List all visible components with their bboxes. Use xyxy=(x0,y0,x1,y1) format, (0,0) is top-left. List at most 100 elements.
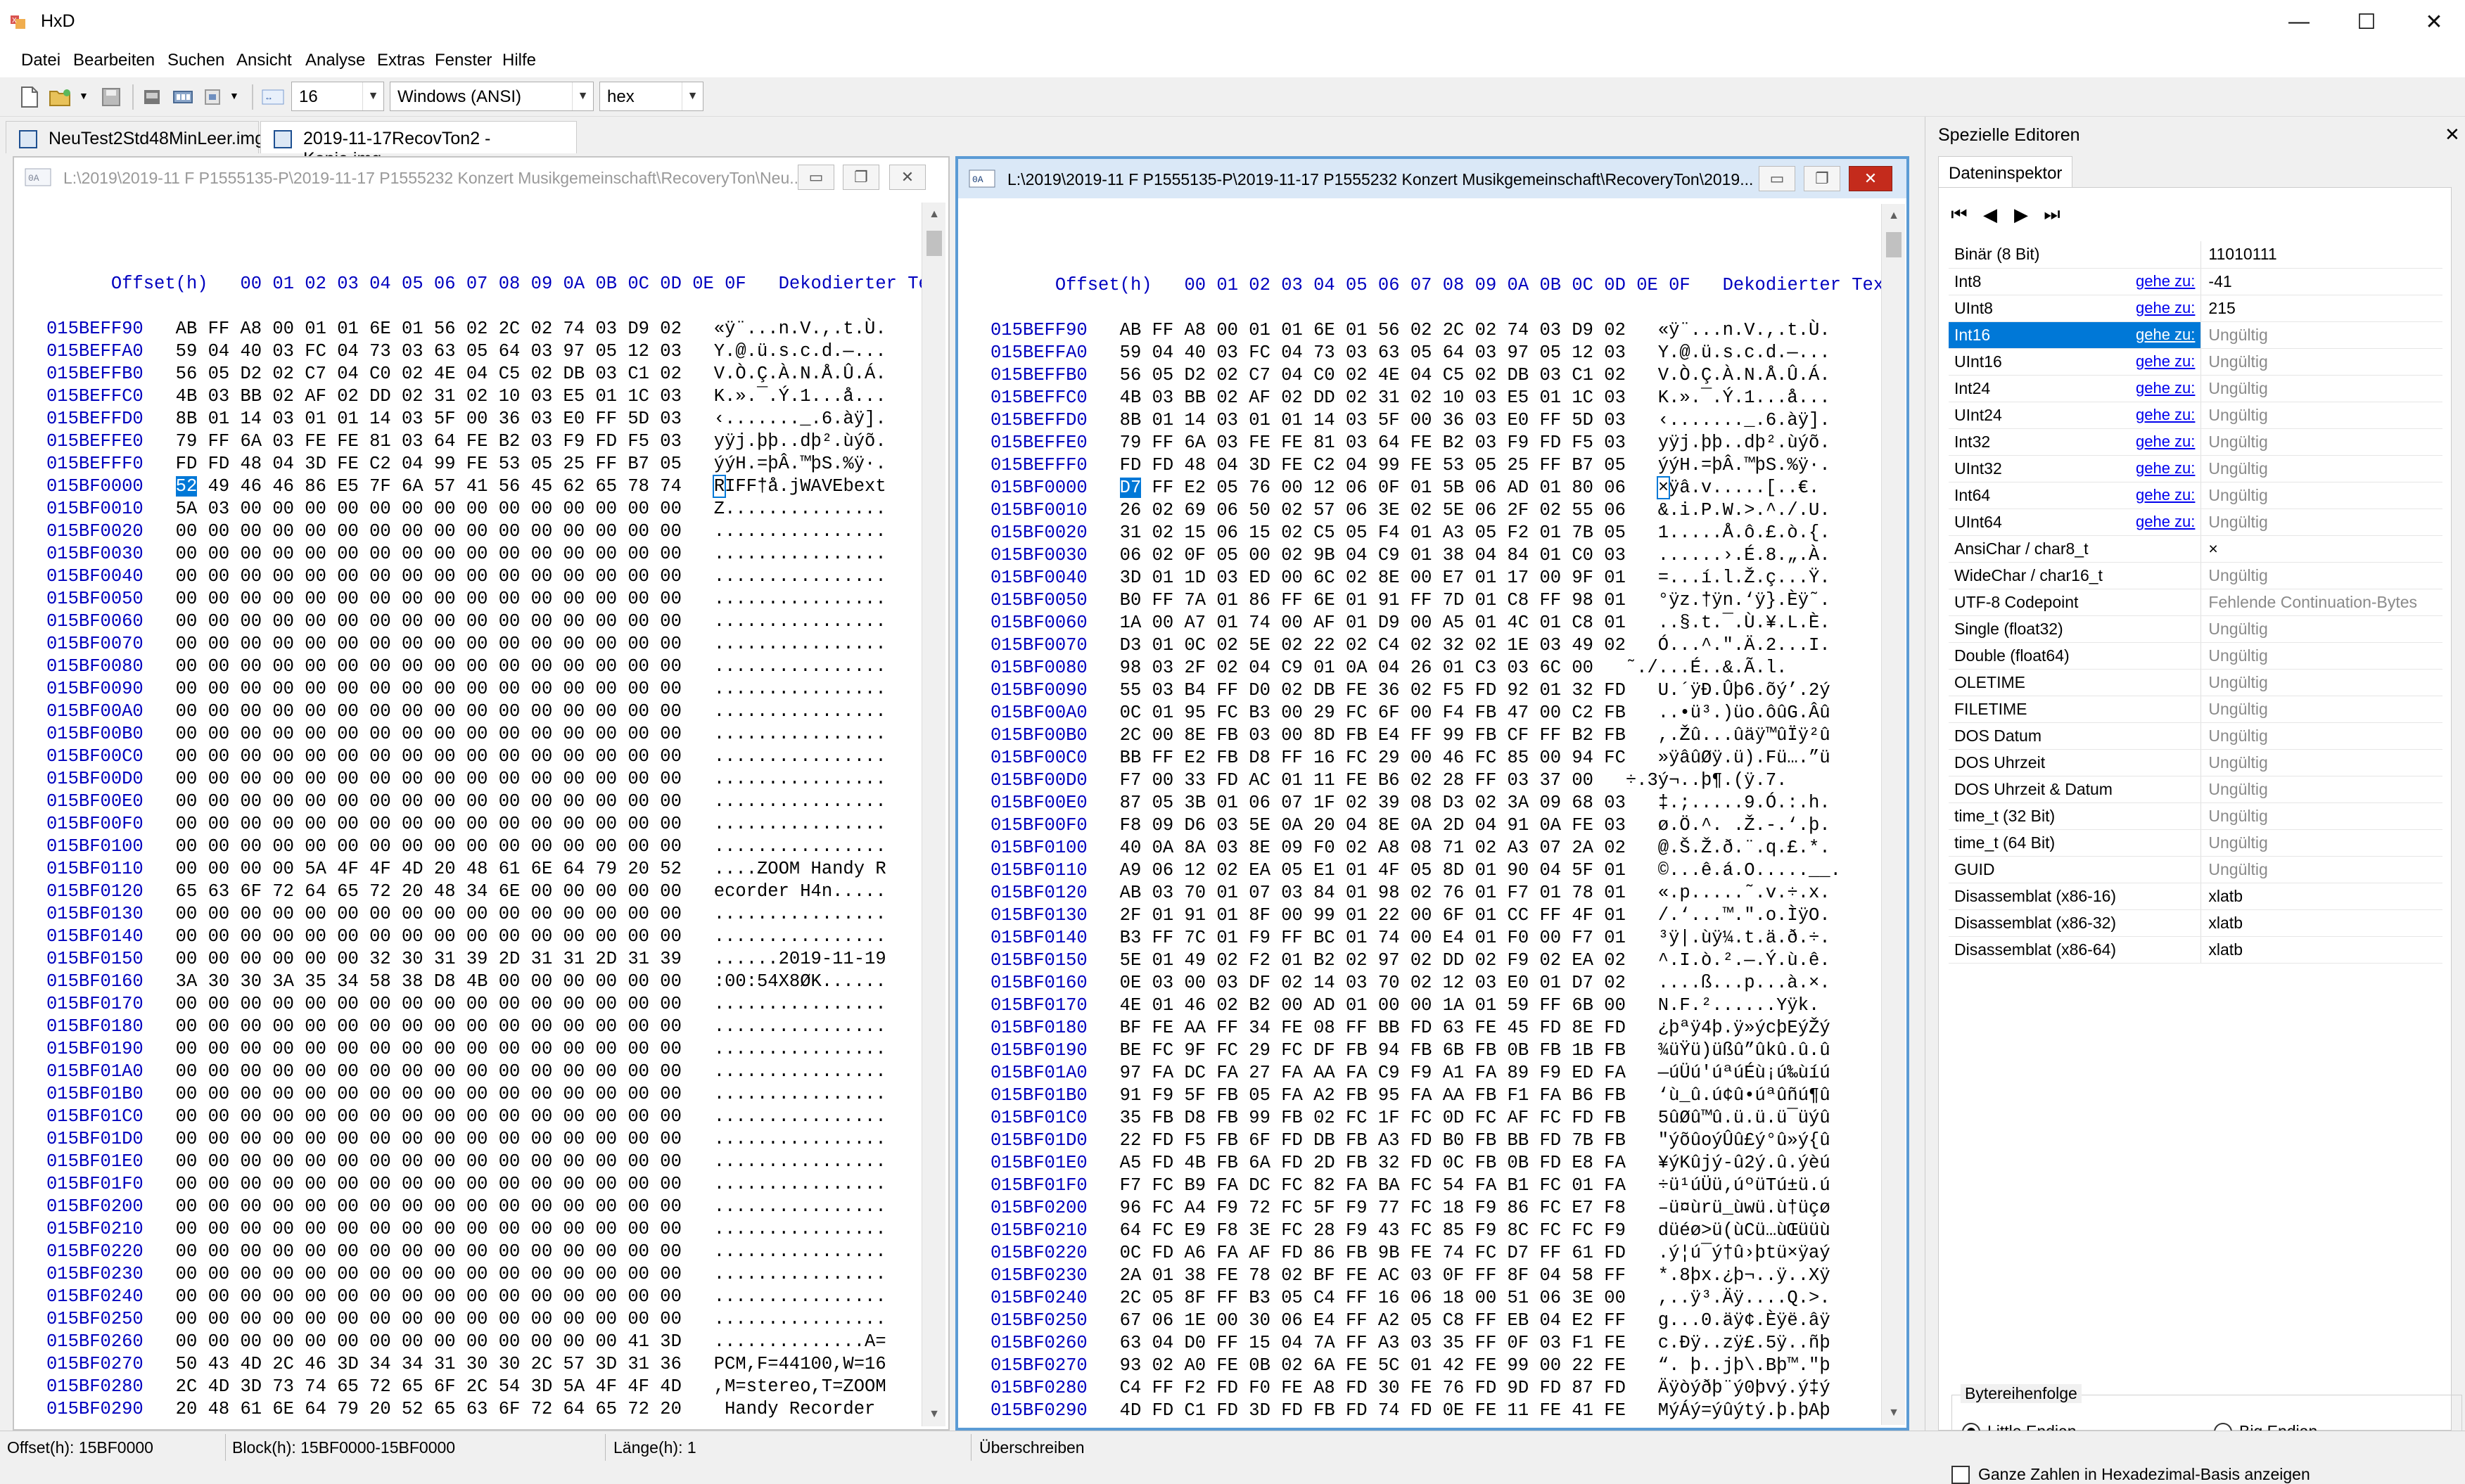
hex-row[interactable]: 015BEFFF0 FD FD 48 04 3D FE C2 04 99 FE … xyxy=(991,454,1884,477)
row-hex-bytes[interactable]: 00 00 00 00 00 00 00 00 00 00 00 00 00 0… xyxy=(176,724,682,744)
hex-row[interactable]: 015BF0270 50 43 4D 2C 46 3D 34 34 31 30 … xyxy=(46,1353,926,1376)
hex-row[interactable]: 015BF0060 1A 00 A7 01 74 00 AF 01 D9 00 … xyxy=(991,612,1884,634)
row-decoded-text[interactable]: *.8þx.¿þ¬..ÿ..Xÿ xyxy=(1658,1265,1830,1286)
row-decoded-text[interactable]: ................ xyxy=(714,1286,886,1307)
hex-row[interactable]: 015BF0040 00 00 00 00 00 00 00 00 00 00 … xyxy=(46,565,926,588)
hex-row[interactable]: 015BF0200 96 FC A4 F9 72 FC 5F F9 77 FC … xyxy=(991,1197,1884,1220)
hex-row[interactable]: 015BEFFA0 59 04 40 03 FC 04 73 03 63 05 … xyxy=(46,340,926,363)
inspector-row[interactable]: DOS Uhrzeit Ungültig xyxy=(1949,749,2442,776)
row-hex-bytes[interactable]: 5A 03 00 00 00 00 00 00 00 00 00 00 00 0… xyxy=(176,499,682,519)
row-hex-bytes[interactable]: 67 06 1E 00 30 06 E4 FF A2 05 C8 FF EB 0… xyxy=(1120,1310,1626,1331)
row-decoded-text[interactable]: ................ xyxy=(714,1174,886,1194)
row-hex-bytes[interactable]: 0C FD A6 FA AF FD 86 FB 9B FE 74 FC D7 F… xyxy=(1120,1243,1626,1263)
row-decoded-text[interactable]: ......›.É.8.„.À. xyxy=(1658,545,1830,565)
row-hex-bytes[interactable]: 8B 01 14 03 01 01 14 03 5F 00 36 03 E0 F… xyxy=(1120,410,1626,430)
row-decoded-text[interactable]: ....ZOOM Handy R xyxy=(714,859,886,879)
row-hex-bytes[interactable]: 00 00 00 00 00 00 00 00 00 00 00 00 00 0… xyxy=(176,679,682,699)
editor-minimize-button[interactable]: ▭ xyxy=(1759,166,1795,191)
inspector-value[interactable]: Ungültig xyxy=(2200,562,2442,589)
hex-row[interactable]: 015BF01C0 00 00 00 00 00 00 00 00 00 00 … xyxy=(46,1106,926,1128)
tab-data-inspector[interactable]: Dateninspektor xyxy=(1938,156,2073,188)
hex-row[interactable]: 015BEFFB0 56 05 D2 02 C7 04 C0 02 4E 04 … xyxy=(991,364,1884,387)
inspector-row[interactable]: Int24 gehe zu: Ungültig xyxy=(1949,375,2442,402)
row-hex-bytes[interactable]: 50 43 4D 2C 46 3D 34 34 31 30 30 2C 57 3… xyxy=(176,1354,682,1374)
row-hex-bytes[interactable]: 79 FF 6A 03 FE FE 81 03 64 FE B2 03 F9 F… xyxy=(176,431,682,452)
hex-row[interactable]: 015BF00C0 00 00 00 00 00 00 00 00 00 00 … xyxy=(46,746,926,768)
row-hex-bytes[interactable]: BF FE AA FF 34 FE 08 FF BB FD 63 FE 45 F… xyxy=(1120,1018,1626,1038)
menu-hilfe[interactable]: Hilfe xyxy=(502,51,536,70)
row-hex-bytes[interactable]: 4D FD C1 FD 3D FD FB FD 74 FD 0E FE 11 F… xyxy=(1120,1400,1626,1421)
inspector-value[interactable]: 11010111 xyxy=(2200,241,2442,269)
inspector-value[interactable]: xlatb xyxy=(2200,909,2442,937)
row-hex-bytes[interactable]: B3 FF 7C 01 F9 FF BC 01 74 00 E4 01 F0 0… xyxy=(1120,928,1626,948)
row-hex-bytes[interactable]: 4B 03 BB 02 AF 02 DD 02 31 02 10 03 E5 0… xyxy=(1120,388,1626,408)
row-decoded-text[interactable]: ................ xyxy=(714,926,886,947)
inspector-value[interactable]: Ungültig xyxy=(2200,696,2442,723)
inspector-value[interactable]: Ungültig xyxy=(2200,482,2442,509)
hex-row[interactable]: 015BF0030 06 02 0F 05 00 02 9B 04 C9 01 … xyxy=(991,544,1884,567)
hex-row[interactable]: 015BF0110 00 00 00 00 5A 4F 4F 4D 20 48 … xyxy=(46,858,926,881)
menu-extras[interactable]: Extras xyxy=(377,51,425,70)
goto-link[interactable]: gehe zu: xyxy=(2130,508,2201,536)
row-decoded-text[interactable]: U.´ÿÐ.Ûþ6.õý’.2ý xyxy=(1658,680,1830,701)
goto-link[interactable]: gehe zu: xyxy=(2130,482,2201,509)
hex-row[interactable]: 015BF0180 00 00 00 00 00 00 00 00 00 00 … xyxy=(46,1016,926,1038)
hex-row[interactable]: 015BF00A0 0C 01 95 FC B3 00 29 FC 6F 00 … xyxy=(991,702,1884,724)
row-hex-bytes[interactable]: 87 05 3B 01 06 07 1F 02 39 08 D3 02 3A 0… xyxy=(1120,793,1626,813)
row-hex-bytes[interactable]: 59 04 40 03 FC 04 73 03 63 05 64 03 97 0… xyxy=(1120,343,1626,363)
row-decoded-text[interactable]: ÷ü¹úÜü‚úºüTú±ü.ú xyxy=(1658,1175,1830,1196)
hex-row[interactable]: 015BEFF90 AB FF A8 00 01 01 6E 01 56 02 … xyxy=(991,319,1884,342)
row-decoded-text[interactable]: ................ xyxy=(714,746,886,767)
inspector-row[interactable]: time_t (64 Bit) Ungültig xyxy=(1949,829,2442,857)
row-decoded-text[interactable]: ................ xyxy=(714,994,886,1014)
goto-link[interactable]: gehe zu: xyxy=(2130,402,2201,429)
hex-editor-window-2[interactable]: 0A L:\2019\2019-11 F P1555135-P\2019-11-… xyxy=(955,156,1909,1431)
next-icon[interactable]: ▶ xyxy=(2009,203,2033,226)
row-decoded-text[interactable]: ................ xyxy=(714,611,886,632)
row-hex-bytes[interactable]: 00 00 00 00 00 00 32 30 31 39 2D 31 31 2… xyxy=(176,949,682,969)
hex-row[interactable]: 015BF0180 BF FE AA FF 34 FE 08 FF BB FD … xyxy=(991,1017,1884,1040)
goto-link[interactable]: gehe zu: xyxy=(2130,375,2201,402)
row-decoded-text[interactable]: ×ÿâ.v.....[.­.€. xyxy=(1656,476,1819,499)
hex-row[interactable]: 015BF0270 93 02 A0 FE 0B 02 6A FE 5C 01 … xyxy=(991,1355,1884,1377)
menu-fenster[interactable]: Fenster xyxy=(435,51,492,70)
hex-row[interactable]: 015BF00B0 00 00 00 00 00 00 00 00 00 00 … xyxy=(46,723,926,746)
row-hex-bytes[interactable]: 00 00 00 00 00 00 00 00 00 00 00 00 00 0… xyxy=(176,1106,682,1127)
hex-row[interactable]: 015BEFFC0 4B 03 BB 02 AF 02 DD 02 31 02 … xyxy=(991,387,1884,409)
menu-ansicht[interactable]: Ansicht xyxy=(236,51,292,70)
row-decoded-text[interactable]: ................ xyxy=(714,544,886,564)
new-file-icon[interactable] xyxy=(15,83,44,111)
row-hex-bytes[interactable]: 00 00 00 00 00 00 00 00 00 00 00 00 00 0… xyxy=(176,1061,682,1082)
inspector-row[interactable]: UInt8 gehe zu: 215 xyxy=(1949,295,2442,322)
inspector-row[interactable]: Disassemblat (x86-64) xlatb xyxy=(1949,936,2442,964)
tab-file-2[interactable]: 2019-11-17RecovTon2 - Kopie.img xyxy=(260,121,577,169)
row-decoded-text[interactable]: düéø>ü(ùCü…ùŒüüù xyxy=(1658,1220,1830,1241)
inspector-row[interactable]: FILETIME Ungültig xyxy=(1949,696,2442,723)
goto-link[interactable]: gehe zu: xyxy=(2130,295,2201,322)
open-disk-icon[interactable] xyxy=(138,83,166,111)
row-decoded-text[interactable]: :00:54X8ØK...... xyxy=(714,971,886,992)
inspector-value[interactable]: xlatb xyxy=(2200,936,2442,964)
chevron-down-icon[interactable]: ▼ xyxy=(362,82,383,110)
hex-base-checkbox[interactable]: Ganze Zahlen in Hexadezimal-Basis anzeig… xyxy=(1951,1465,2310,1484)
hex-row[interactable]: 015BF01B0 91 F9 5F FB 05 FA A2 FB 95 FA … xyxy=(991,1085,1884,1107)
row-hex-bytes[interactable]: AB FF A8 00 01 01 6E 01 56 02 2C 02 74 0… xyxy=(1120,320,1626,340)
hex-rows[interactable]: 015BEFF90 AB FF A8 00 01 01 6E 01 56 02 … xyxy=(14,318,926,1421)
row-decoded-text[interactable]: Ó...^.".Ä.2...I. xyxy=(1658,635,1830,655)
row-decoded-text[interactable]: ˜./...É..&.Ã.l. xyxy=(1626,658,1788,678)
hex-row[interactable]: 015BF0100 40 0A 8A 03 8E 09 F0 02 A8 08 … xyxy=(991,837,1884,859)
hex-row[interactable]: 015BF0100 00 00 00 00 00 00 00 00 00 00 … xyxy=(46,836,926,858)
hex-row[interactable]: 015BF0070 00 00 00 00 00 00 00 00 00 00 … xyxy=(46,633,926,655)
row-decoded-text[interactable]: K.».¯.Ý.1...å... xyxy=(1658,388,1830,408)
inspector-value[interactable]: × xyxy=(2200,535,2442,563)
row-decoded-text[interactable]: ................ xyxy=(714,1219,886,1239)
row-decoded-text[interactable]: ................ xyxy=(714,1196,886,1217)
hex-row[interactable]: 015BF0110 A9 06 12 02 EA 05 E1 01 4F 05 … xyxy=(991,859,1884,882)
row-hex-bytes[interactable]: BE FC 9F FC 29 FC DF FB 94 FB 6B FB 0B F… xyxy=(1120,1040,1626,1061)
first-icon[interactable]: ⏮ xyxy=(1947,203,1971,226)
inspector-value[interactable]: Ungültig xyxy=(2200,722,2442,750)
row-hex-bytes[interactable]: 64 FC E9 F8 3E FC 28 F9 43 FC 85 F9 8C F… xyxy=(1120,1220,1626,1241)
row-hex-bytes[interactable]: A5 FD 4B FB 6A FD 2D FB 32 FD 0C FB 0B F… xyxy=(1120,1153,1626,1173)
row-decoded-text[interactable]: —úÜú'úªúÉù¡ú‰ùíú xyxy=(1658,1063,1830,1083)
inspector-row[interactable]: DOS Uhrzeit & Datum Ungültig xyxy=(1949,776,2442,803)
